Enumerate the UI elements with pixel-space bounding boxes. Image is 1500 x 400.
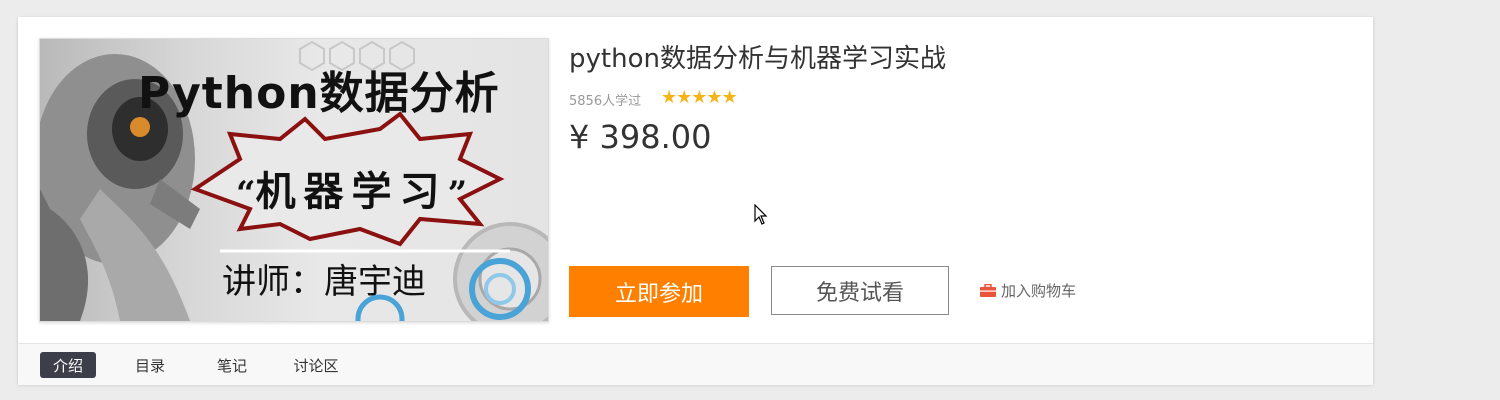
- thumbnail-subtitle: “机器学习”: [236, 159, 467, 217]
- thumbnail-quote-open: “: [236, 174, 256, 214]
- thumbnail-title: Python数据分析: [138, 68, 500, 119]
- star-icon: ★: [706, 87, 722, 108]
- briefcase-icon: [980, 284, 996, 297]
- mouse-cursor-icon: [754, 204, 768, 225]
- course-tabs: 介绍 目录 笔记 讨论区: [18, 343, 1373, 385]
- rating-stars: ★★★★★: [661, 87, 738, 108]
- thumbnail-subtitle-text: 机器学习: [255, 168, 448, 215]
- learner-count: 5856人学过: [569, 94, 642, 109]
- course-thumbnail[interactable]: Python数据分析 “机器学习” 讲师：唐宇迪: [39, 38, 549, 322]
- course-price: ¥ 398.00: [569, 118, 712, 156]
- free-trial-button[interactable]: 免费试看: [771, 266, 949, 315]
- star-icon: ★: [676, 87, 692, 108]
- tab-catalog[interactable]: 目录: [122, 352, 178, 378]
- course-card: Python数据分析 “机器学习” 讲师：唐宇迪 python数据分析与机器学习…: [18, 17, 1373, 385]
- join-button[interactable]: 立即参加: [569, 266, 749, 317]
- tab-intro[interactable]: 介绍: [40, 352, 96, 378]
- add-to-cart-link[interactable]: 加入购物车: [980, 280, 1076, 301]
- star-icon: ★: [691, 87, 707, 108]
- thumbnail-quote-close: ”: [447, 174, 468, 214]
- add-to-cart-label: 加入购物车: [1001, 282, 1077, 300]
- star-icon: ★: [661, 87, 677, 108]
- tab-discussion[interactable]: 讨论区: [284, 352, 348, 378]
- thumbnail-teacher: 讲师：唐宇迪: [222, 262, 426, 302]
- star-icon: ★: [721, 87, 738, 108]
- tab-notes[interactable]: 笔记: [204, 352, 260, 378]
- course-title: python数据分析与机器学习实战: [569, 44, 946, 74]
